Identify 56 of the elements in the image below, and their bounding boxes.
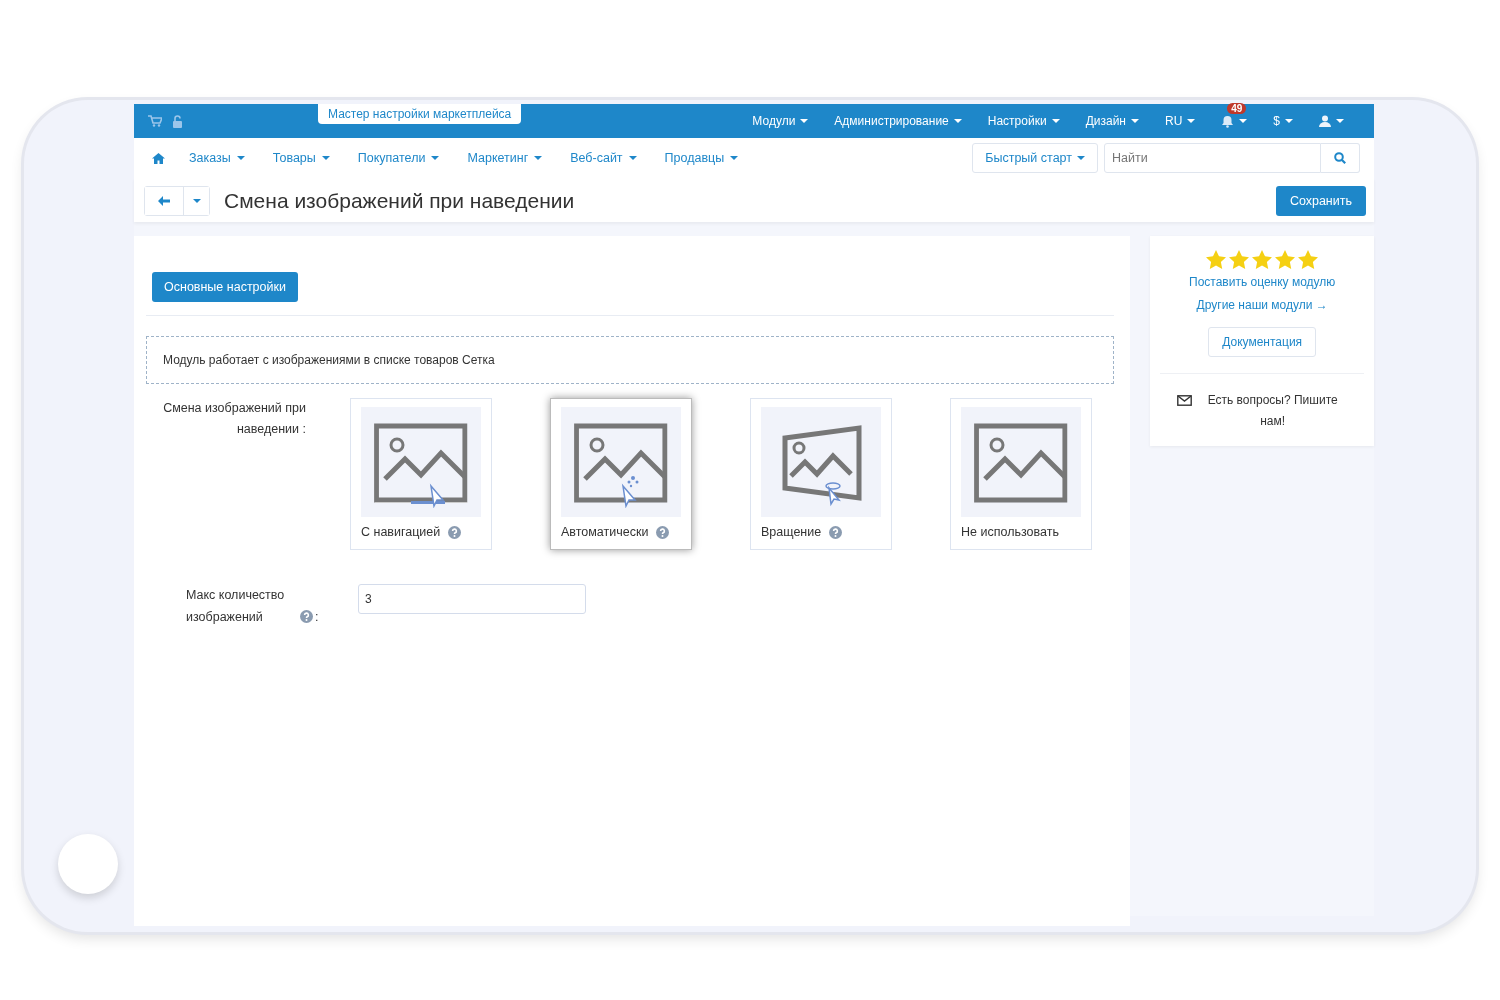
option-label: Вращение [761,525,822,539]
effect-option-card[interactable]: Автоматически [550,398,692,550]
help-icon[interactable] [448,525,462,539]
notification-count: 49 [1227,102,1247,114]
other-modules-link[interactable]: Другие наши модули → [1196,296,1328,315]
contact-text: Есть вопросы? Пишите нам! [1206,392,1339,430]
rate-module-link[interactable]: Поставить оценку модулю [1189,273,1336,292]
search-icon [1334,152,1346,164]
star-icon [1298,250,1319,269]
menu-dropdown[interactable]: Администрирование [824,110,972,132]
star-icon [1206,250,1227,269]
wizard-tab[interactable]: Мастер настройки маркетплейса [318,104,522,124]
help-icon[interactable] [656,525,670,539]
menu-dropdown[interactable]: Настройки [977,110,1070,132]
notice-text: Модуль работает с изображениями в списке товаров Сетка [146,336,1115,384]
field-label: Макс количество изображений [186,587,286,626]
menu-dropdown[interactable]: Модули [742,110,819,132]
nav-menu-item[interactable]: Покупатели [357,151,440,165]
menu-dropdown[interactable]: RU [1154,110,1206,132]
save-button[interactable]: Сохранить [1275,186,1366,216]
nav-menu-item[interactable]: Товары [272,151,330,165]
nav-menu-item[interactable]: Веб-сайт [570,151,637,165]
option-label: С навигацией [361,525,441,539]
max-images-input[interactable]: 3 [358,584,586,614]
user-icon [1319,115,1331,127]
option-label: Не использовать [961,525,1059,539]
field-label: Смена изображений при наведении : [162,400,306,438]
star-icon [1252,250,1273,269]
arrow-left-icon [158,196,170,206]
star-icon [1229,250,1250,269]
star-icon [1275,250,1296,269]
settings-tab[interactable]: Основные настройки [152,272,298,302]
history-dropdown-button[interactable] [183,187,209,215]
help-icon[interactable] [300,610,313,623]
effect-option-card[interactable]: Не использовать [950,398,1092,550]
nav-menu-item[interactable]: Заказы [189,151,245,165]
bell-icon [1221,114,1235,128]
envelope-icon [1177,395,1193,406]
nav-menu-item[interactable]: Продавцы [664,151,739,165]
search-field[interactable]: Найти [1104,143,1321,173]
quick-start-button[interactable]: Быстрый старт [972,143,1098,173]
documentation-button[interactable]: Документация [1208,327,1317,357]
label-colon: : [315,609,319,626]
menu-dropdown[interactable]: $ [1263,110,1303,132]
help-icon[interactable] [829,525,843,539]
home-icon[interactable] [152,152,165,164]
effect-option-card[interactable]: Вращение [750,398,892,550]
nav-menu-item[interactable]: Маркетинг [467,151,543,165]
option-label: Автоматически [561,525,649,539]
menu-dropdown[interactable]: Дизайн [1075,110,1149,132]
unlock-icon[interactable] [172,114,183,128]
page-title: Смена изображений при наведении [224,189,575,213]
effect-option-card[interactable]: С навигацией [350,398,492,550]
rating-stars[interactable] [1206,250,1319,269]
cart-icon[interactable] [148,115,162,127]
search-button[interactable] [1321,143,1360,173]
